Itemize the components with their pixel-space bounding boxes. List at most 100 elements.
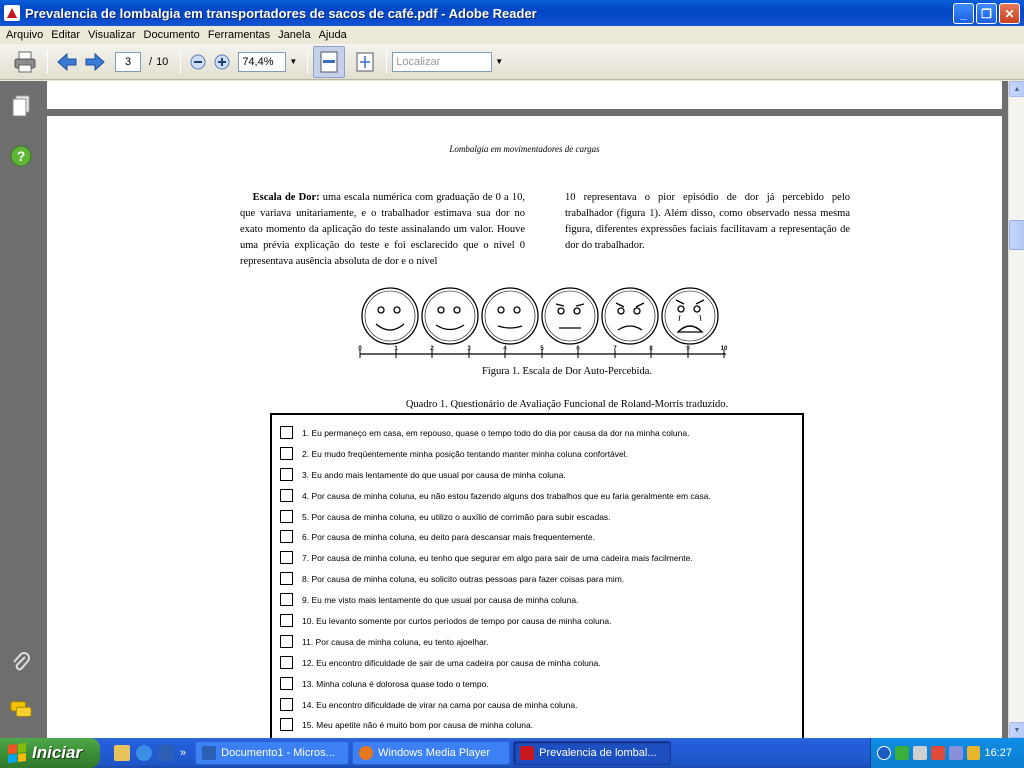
scale-label-8: 8 bbox=[649, 346, 653, 352]
internet-explorer-icon[interactable] bbox=[136, 745, 152, 761]
system-tray: 16:27 bbox=[870, 738, 1024, 768]
question-item: 10. Eu levanto somente por curtos períod… bbox=[280, 614, 612, 627]
fit-width-button[interactable] bbox=[313, 45, 346, 78]
next-page-button[interactable] bbox=[81, 48, 109, 76]
word-doc-icon bbox=[202, 746, 217, 760]
question-checkbox[interactable] bbox=[280, 718, 293, 731]
scroll-down-arrow-icon[interactable]: ▼ bbox=[1009, 722, 1024, 738]
zoom-out-button[interactable] bbox=[186, 48, 210, 76]
taskbar-button-word[interactable]: Documento1 - Micros... bbox=[195, 741, 350, 765]
question-text: 1. Eu permaneço em casa, em repouso, qua… bbox=[302, 427, 690, 438]
question-checkbox[interactable] bbox=[280, 572, 293, 585]
question-checkbox[interactable] bbox=[280, 656, 293, 669]
question-checkbox[interactable] bbox=[280, 635, 293, 648]
running-head: Lombalgia em movimentadores de cargas bbox=[449, 144, 600, 154]
zoom-in-button[interactable] bbox=[210, 48, 234, 76]
question-item: 14. Eu encontro dificuldade de virar na … bbox=[280, 698, 577, 711]
menu-arquivo[interactable]: Arquivo bbox=[2, 29, 47, 41]
search-dropdown-arrow-icon[interactable]: ▼ bbox=[495, 57, 503, 66]
minimize-button[interactable]: _ bbox=[953, 3, 974, 24]
question-text: 4. Por causa de minha coluna, eu não est… bbox=[302, 490, 711, 501]
menu-ajuda[interactable]: Ajuda bbox=[315, 29, 351, 41]
close-button[interactable]: ✕ bbox=[999, 3, 1020, 24]
question-text: 10. Eu levanto somente por curtos períod… bbox=[302, 615, 612, 626]
menu-documento[interactable]: Documento bbox=[140, 29, 204, 41]
safely-remove-icon[interactable] bbox=[966, 746, 981, 760]
question-checkbox[interactable] bbox=[280, 468, 293, 481]
scrollbar-thumb[interactable] bbox=[1009, 220, 1024, 250]
vertical-scrollbar[interactable]: ▲ ▼ bbox=[1008, 81, 1024, 738]
menu-ferramentas[interactable]: Ferramentas bbox=[204, 29, 274, 41]
menu-janela[interactable]: Janela bbox=[274, 29, 314, 41]
document-area[interactable]: Lombalgia em movimentadores de cargas Es… bbox=[44, 81, 1008, 738]
fit-page-icon bbox=[356, 52, 374, 71]
question-text: 9. Eu me visto mais lentamente do que us… bbox=[302, 594, 579, 605]
maximize-button[interactable]: ❐ bbox=[976, 3, 997, 24]
show-desktop-icon[interactable] bbox=[114, 745, 130, 761]
scroll-up-arrow-icon[interactable]: ▲ bbox=[1009, 81, 1024, 97]
taskbar-button-media-player[interactable]: Windows Media Player bbox=[352, 741, 511, 765]
face-8-icon bbox=[601, 287, 659, 345]
start-button[interactable]: Iniciar bbox=[0, 738, 100, 768]
help-icon: ? bbox=[10, 145, 32, 167]
search-input[interactable]: Localizar bbox=[392, 51, 493, 72]
question-checkbox[interactable] bbox=[280, 530, 293, 543]
task-label: Documento1 - Micros... bbox=[221, 747, 335, 759]
question-text: 5. Por causa de minha coluna, eu utilizo… bbox=[302, 511, 611, 522]
print-button[interactable] bbox=[8, 48, 42, 76]
printer-icon bbox=[14, 51, 36, 72]
zoom-dropdown-arrow-icon[interactable]: ▼ bbox=[289, 57, 297, 66]
clock[interactable]: 16:27 bbox=[984, 747, 1012, 759]
menu-visualizar[interactable]: Visualizar bbox=[84, 29, 140, 41]
network-icon[interactable] bbox=[894, 746, 909, 760]
fit-page-button[interactable] bbox=[349, 48, 381, 76]
figure-caption: Figura 1. Escala de Dor Auto-Percebida. bbox=[482, 366, 652, 377]
question-checkbox[interactable] bbox=[280, 426, 293, 439]
ffx-icon[interactable] bbox=[912, 746, 927, 760]
zoom-level-input[interactable]: 74,4% bbox=[238, 51, 287, 72]
question-checkbox[interactable] bbox=[280, 447, 293, 460]
word-icon[interactable] bbox=[158, 745, 174, 761]
zoom-in-icon bbox=[214, 54, 230, 69]
previous-page-button[interactable] bbox=[53, 48, 81, 76]
question-item: 2. Eu mudo freqüentemente minha posição … bbox=[280, 447, 628, 460]
scale-label-2: 2 bbox=[430, 346, 434, 352]
page-number-input[interactable]: 3 bbox=[115, 51, 141, 72]
question-checkbox[interactable] bbox=[280, 614, 293, 627]
face-4-icon bbox=[481, 287, 539, 345]
zoom-out-icon bbox=[190, 54, 206, 69]
question-text: 11. Por causa de minha coluna, eu tento … bbox=[302, 636, 489, 647]
quick-launch-overflow-icon[interactable]: » bbox=[180, 747, 186, 759]
security-icon[interactable] bbox=[930, 746, 945, 760]
toolbar-separator bbox=[47, 49, 48, 74]
arrow-right-icon bbox=[85, 52, 105, 71]
quick-launch: » bbox=[114, 745, 186, 761]
question-item: 7. Por causa de minha coluna, eu tenho q… bbox=[280, 551, 693, 564]
adobe-reader-icon bbox=[4, 5, 20, 21]
attachments-button[interactable] bbox=[10, 651, 32, 673]
pdf-page: Lombalgia em movimentadores de cargas Es… bbox=[47, 116, 1002, 738]
comments-button[interactable] bbox=[10, 699, 32, 721]
taskbar: Iniciar » Documento1 - Micros... Windows… bbox=[0, 738, 1024, 768]
navigation-pane: ? bbox=[0, 81, 44, 738]
question-checkbox[interactable] bbox=[280, 698, 293, 711]
title-bar[interactable]: Prevalencia de lombalgia em transportado… bbox=[0, 0, 1024, 26]
pages-panel-button[interactable] bbox=[10, 95, 32, 117]
question-checkbox[interactable] bbox=[280, 593, 293, 606]
question-checkbox[interactable] bbox=[280, 510, 293, 523]
task-label: Windows Media Player bbox=[378, 747, 490, 759]
total-pages: 10 bbox=[156, 55, 169, 68]
right-column-paragraph: 10 representava o pior episódio de dor j… bbox=[565, 192, 850, 251]
face-0-icon bbox=[361, 287, 419, 345]
windows-logo-icon bbox=[8, 743, 26, 763]
question-checkbox[interactable] bbox=[280, 551, 293, 564]
help-button[interactable]: ? bbox=[10, 145, 32, 167]
questionnaire-box: 1. Eu permaneço em casa, em repouso, qua… bbox=[270, 413, 804, 738]
display-icon[interactable] bbox=[948, 746, 963, 760]
menu-bar: Arquivo Editar Visualizar Documento Ferr… bbox=[0, 26, 1024, 44]
taskbar-button-adobe-reader[interactable]: Prevalencia de lombal... bbox=[513, 741, 672, 765]
question-checkbox[interactable] bbox=[280, 677, 293, 690]
menu-editar[interactable]: Editar bbox=[47, 29, 84, 41]
tray-collapse-icon[interactable] bbox=[877, 746, 891, 760]
question-checkbox[interactable] bbox=[280, 489, 293, 502]
